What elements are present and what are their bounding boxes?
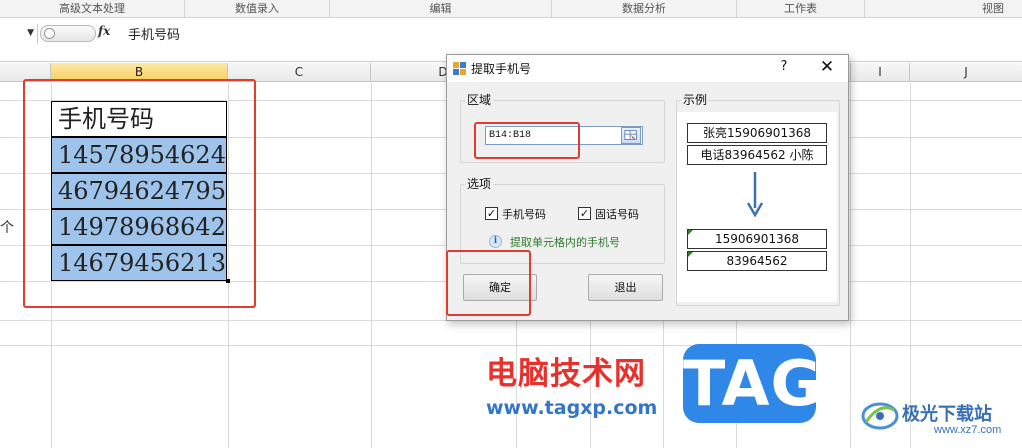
watermark-brand-site: www.xz7.com — [934, 424, 1002, 436]
ribbon-group-text-processing[interactable]: 高级文本处理 — [0, 0, 185, 18]
cell-fragment-a[interactable]: 个 — [0, 217, 14, 237]
slider-knob[interactable] — [44, 28, 55, 39]
range-picker-icon — [624, 130, 637, 140]
ribbon-group-data-analysis[interactable]: 数据分析 — [552, 0, 737, 18]
zoom-slider[interactable] — [40, 25, 96, 42]
aurora-logo-icon — [861, 402, 899, 430]
column-header-j[interactable]: J — [910, 63, 1022, 82]
example-input-cell: 电话83964562 小陈 — [687, 145, 827, 165]
watermark-tag-logo: TAG — [683, 344, 821, 423]
green-corner-icon — [688, 252, 693, 257]
grid-col-line — [910, 83, 911, 448]
close-icon[interactable]: ✕ — [819, 57, 835, 77]
ribbon-group-edit[interactable]: 编辑 — [330, 0, 552, 18]
example-output-cell: 15906901368 — [687, 229, 827, 249]
info-icon: i — [489, 235, 502, 248]
example-output-value: 15906901368 — [715, 232, 799, 246]
grid-col-line — [371, 83, 372, 448]
highlight-frame-range — [474, 122, 580, 159]
grid-col-line — [850, 83, 851, 448]
chevron-down-icon[interactable]: ▼ — [27, 28, 34, 38]
ribbon-group-value-entry[interactable]: 数值录入 — [185, 0, 330, 18]
region-label: 区域 — [465, 91, 494, 108]
app-icon — [453, 62, 466, 75]
green-corner-icon — [688, 230, 693, 235]
watermark-brand: 极光下载站 — [902, 404, 992, 425]
info-text: 提取单元格内的手机号 — [510, 236, 620, 249]
mobile-checkbox-label[interactable]: 手机号码 — [502, 206, 546, 222]
ribbon-group-strip: 高级文本处理 数值录入 编辑 数据分析 工作表 视图 — [0, 0, 1022, 18]
landline-checkbox[interactable]: ✓ — [578, 207, 591, 220]
example-output-value: 83964562 — [726, 254, 788, 268]
fx-icon[interactable]: fx — [98, 24, 110, 38]
mobile-checkbox[interactable]: ✓ — [485, 207, 498, 220]
watermark-url: www.tagxp.com — [486, 397, 658, 419]
name-box[interactable]: ▼ — [0, 24, 38, 44]
ribbon-group-view[interactable]: 视图 — [865, 0, 1022, 18]
ribbon-group-worksheet[interactable]: 工作表 — [737, 0, 865, 18]
column-header-i[interactable]: I — [850, 63, 910, 82]
options-label: 选项 — [465, 175, 494, 192]
example-label: 示例 — [681, 91, 710, 108]
exit-button[interactable]: 退出 — [588, 274, 663, 301]
example-input-cell: 张亮15906901368 — [687, 123, 827, 143]
highlight-frame-ok — [446, 250, 531, 316]
arrow-down-icon — [746, 172, 764, 218]
highlight-frame-data — [23, 79, 256, 308]
grid-row-line — [0, 345, 1022, 346]
dialog-titlebar[interactable]: 提取手机号 ? ✕ — [447, 55, 848, 82]
range-picker-button[interactable] — [621, 127, 641, 144]
landline-checkbox-label[interactable]: 固话号码 — [595, 206, 639, 222]
formula-content[interactable]: 手机号码 — [128, 24, 180, 43]
help-button[interactable]: ? — [777, 59, 791, 74]
dialog-title: 提取手机号 — [471, 62, 532, 76]
watermark-site-name: 电脑技术网 — [486, 356, 646, 392]
example-output-cell: 83964562 — [687, 251, 827, 271]
